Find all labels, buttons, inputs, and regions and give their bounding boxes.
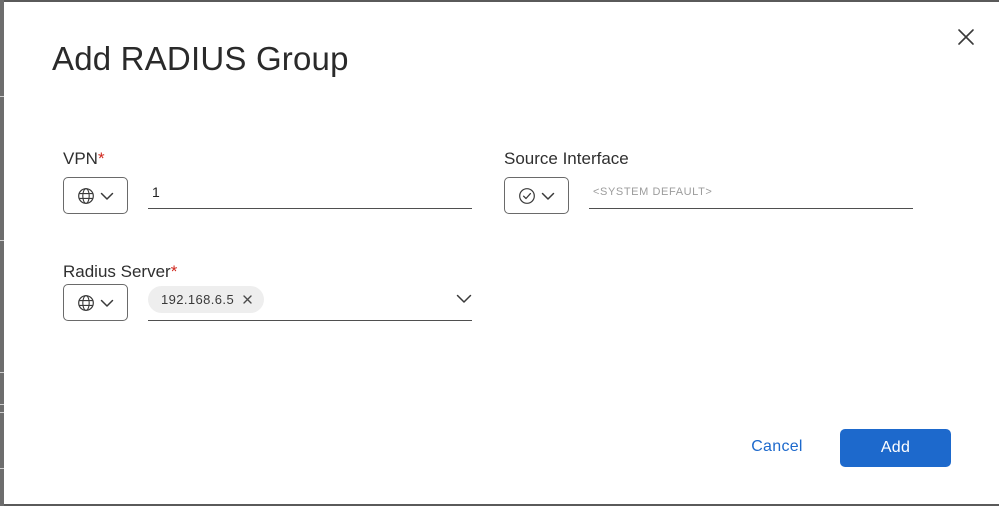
vpn-scope-selector[interactable] bbox=[63, 177, 128, 214]
vpn-label: VPN* bbox=[63, 149, 105, 169]
radius-server-label-text: Radius Server bbox=[63, 262, 171, 281]
chevron-down-icon bbox=[100, 192, 114, 200]
check-circle-icon bbox=[519, 188, 535, 204]
source-interface-label: Source Interface bbox=[504, 149, 629, 168]
chevron-down-icon[interactable] bbox=[456, 291, 472, 307]
close-icon bbox=[958, 29, 974, 45]
chevron-down-icon bbox=[100, 299, 114, 307]
globe-icon bbox=[78, 188, 94, 204]
required-asterisk: * bbox=[170, 262, 178, 281]
radius-server-multiselect[interactable]: 192.168.6.5 bbox=[148, 283, 472, 321]
globe-icon bbox=[78, 295, 94, 311]
chevron-down-icon bbox=[541, 192, 555, 200]
add-radius-group-dialog: Add RADIUS Group VPN* Source Interface bbox=[4, 2, 999, 504]
close-button[interactable] bbox=[954, 25, 978, 49]
required-asterisk: * bbox=[97, 149, 105, 168]
radius-server-label: Radius Server* bbox=[63, 262, 177, 282]
vpn-label-text: VPN bbox=[63, 149, 98, 168]
source-interface-selector[interactable] bbox=[504, 177, 569, 214]
add-button[interactable]: Add bbox=[840, 429, 951, 467]
chip-remove-icon[interactable] bbox=[242, 294, 253, 305]
cancel-button[interactable]: Cancel bbox=[734, 429, 820, 465]
radius-server-scope-selector[interactable] bbox=[63, 284, 128, 321]
source-interface-input[interactable] bbox=[589, 176, 913, 209]
chip-label: 192.168.6.5 bbox=[161, 292, 235, 307]
vpn-input[interactable] bbox=[148, 176, 472, 209]
selected-server-chip: 192.168.6.5 bbox=[148, 286, 265, 313]
dialog-title: Add RADIUS Group bbox=[52, 40, 349, 77]
